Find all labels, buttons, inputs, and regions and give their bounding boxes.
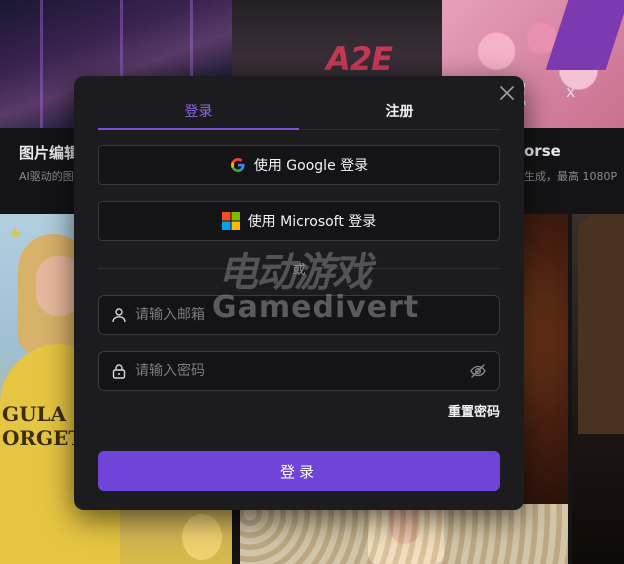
microsoft-login-label: 使用 Microsoft 登录	[247, 214, 377, 230]
balloon-decoration	[182, 514, 222, 560]
password-input[interactable]	[127, 363, 469, 379]
tab-login[interactable]: 登录	[98, 76, 299, 129]
close-icon[interactable]	[498, 84, 516, 102]
microsoft-icon	[221, 212, 240, 230]
a2e-logo-text: A2E	[326, 40, 393, 78]
google-icon	[230, 158, 245, 172]
microsoft-login-button[interactable]: 使用 Microsoft 登录	[98, 201, 500, 241]
auth-tabs: 登录 注册	[98, 76, 500, 130]
balloon-x: x	[566, 82, 576, 101]
card-description: 生成，最高 1080P	[524, 170, 618, 183]
password-field	[98, 351, 500, 391]
google-login-label: 使用 Google 登录	[253, 158, 369, 174]
email-input[interactable]	[127, 307, 499, 323]
star-decoration: ✦	[8, 224, 24, 245]
background-image-dark[interactable]	[572, 214, 624, 564]
divider-text: 或	[292, 262, 306, 278]
user-icon	[112, 308, 126, 323]
login-submit-button[interactable]: 登录	[98, 451, 500, 491]
card-title: 图片编辑	[19, 144, 80, 162]
shirt-text: GULA ORGET	[2, 402, 84, 450]
light-streak	[40, 0, 43, 128]
eye-off-icon[interactable]	[469, 362, 487, 380]
purple-shape	[545, 0, 624, 70]
forgot-password-link[interactable]: 重置密码	[448, 401, 500, 420]
or-divider: 或	[98, 259, 501, 278]
popcorn-foreground	[240, 504, 568, 564]
card-description: AI驱动的图	[19, 170, 74, 183]
lock-icon	[112, 364, 126, 379]
tab-register[interactable]: 注册	[299, 76, 500, 129]
portrait-hair	[578, 214, 624, 434]
divider-line	[98, 267, 281, 269]
email-field	[98, 295, 500, 335]
card-title: orse	[524, 142, 561, 160]
active-tab-indicator	[98, 128, 299, 130]
divider-line	[317, 267, 501, 269]
login-modal: 登录 注册 使用 Google 登录 使用 Microsoft 登录 或 请输入…	[74, 76, 524, 510]
google-login-button[interactable]: 使用 Google 登录	[98, 145, 500, 185]
